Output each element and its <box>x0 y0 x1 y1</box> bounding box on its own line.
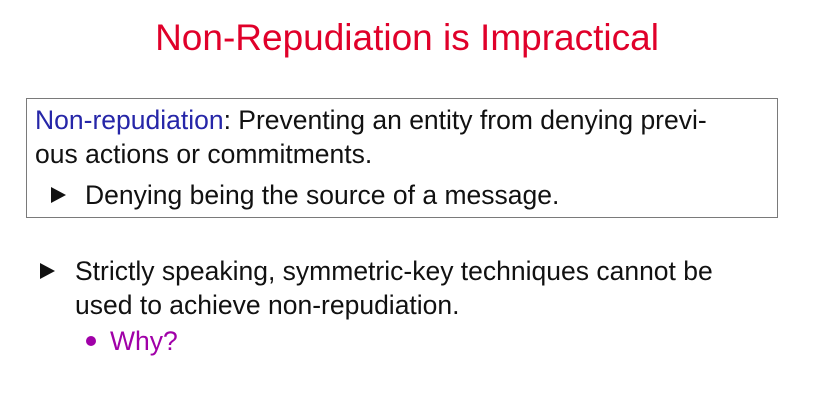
definition-text: Non-repudiation: Preventing an entity fr… <box>35 103 765 171</box>
main-bullet-line-2: used to achieve non-repudiation. <box>75 290 460 320</box>
triangle-bullet-icon <box>51 187 66 203</box>
definition-line-2: ous actions or commitments. <box>35 139 373 169</box>
sub-bullet-text: Why? <box>110 326 178 356</box>
definition-box: Non-repudiation: Preventing an entity fr… <box>26 98 778 218</box>
main-bullet-line-1: Strictly speaking, symmetric-key techniq… <box>75 256 713 286</box>
definition-bullet-text: Denying being the source of a message. <box>85 180 560 210</box>
slide-title: Non-Repudiation is Impractical <box>155 17 659 58</box>
dot-bullet-icon <box>86 336 96 346</box>
sub-bullet: Why? <box>86 324 178 358</box>
definition-line-1: : Preventing an entity from denying prev… <box>223 105 707 135</box>
triangle-bullet-icon <box>40 263 55 279</box>
definition-bullet: Denying being the source of a message. <box>51 178 559 212</box>
main-bullet-text: Strictly speaking, symmetric-key techniq… <box>75 254 775 322</box>
definition-term: Non-repudiation <box>35 105 224 135</box>
